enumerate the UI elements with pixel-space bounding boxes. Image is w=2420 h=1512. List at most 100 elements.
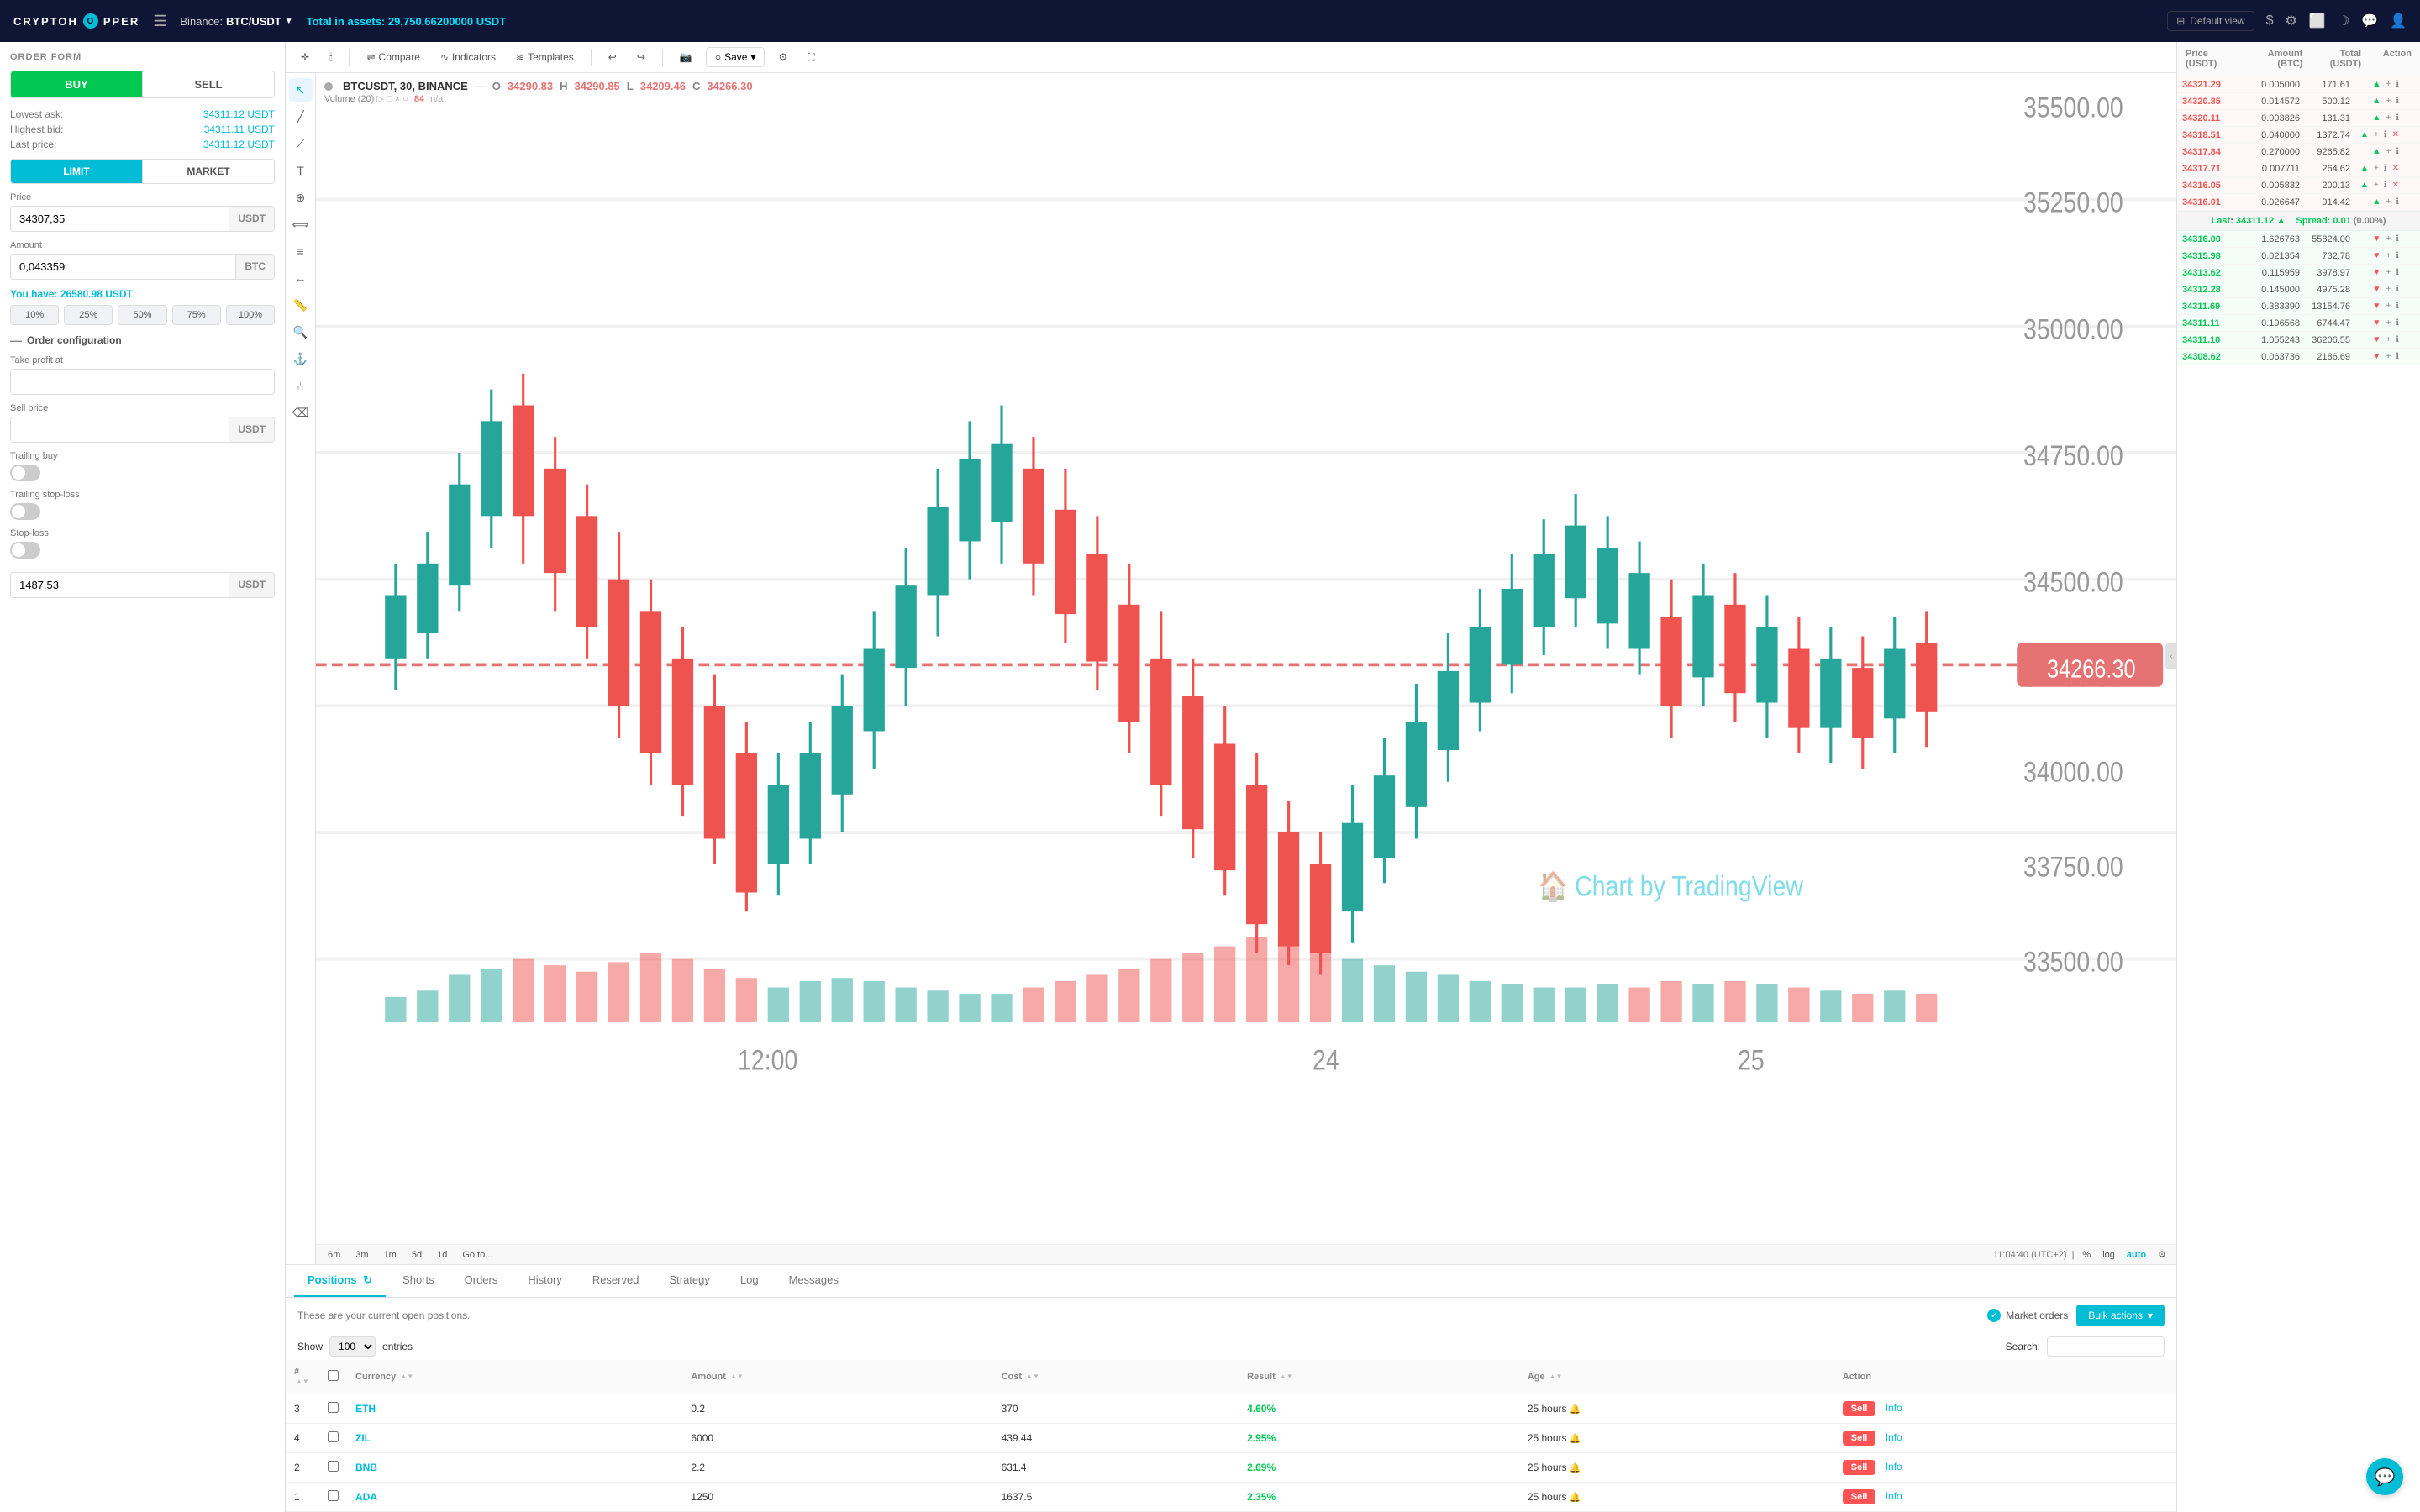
ask-info-button[interactable]: ℹ <box>2382 163 2389 174</box>
bid-down-button[interactable]: ▼ <box>2370 234 2382 244</box>
auto-toggle[interactable]: auto <box>2123 1248 2149 1262</box>
ask-up-button[interactable]: ▲ <box>2370 96 2382 107</box>
ask-plus-button[interactable]: + <box>2372 129 2381 140</box>
row-select-checkbox[interactable] <box>328 1490 339 1501</box>
user-icon[interactable]: 👤 <box>2390 13 2407 29</box>
ask-plus-button[interactable]: + <box>2384 146 2392 157</box>
channel-tool[interactable]: ≡ <box>289 239 313 263</box>
crosshair-tool-button[interactable]: ✛ <box>294 48 316 66</box>
row-select-checkbox[interactable] <box>328 1402 339 1413</box>
bid-info-button[interactable]: ℹ <box>2394 267 2401 278</box>
ask-up-button[interactable]: ▲ <box>2359 180 2370 191</box>
zoom-tool[interactable]: 🔍 <box>289 320 313 344</box>
tab-positions[interactable]: Positions ↻ <box>294 1265 386 1297</box>
text-tool[interactable]: T <box>289 159 313 182</box>
ask-info-button[interactable]: ℹ <box>2382 129 2389 140</box>
templates-button[interactable]: ≋ Templates <box>509 48 581 66</box>
ask-info-button[interactable]: ℹ <box>2394 79 2401 90</box>
indicators-button[interactable]: ∿ Indicators <box>434 48 502 66</box>
collapse-handle[interactable]: ‹ <box>2165 643 2176 669</box>
sell-badge-button[interactable]: Sell <box>1843 1489 1876 1504</box>
trailing-stop-loss-toggle[interactable] <box>10 503 40 520</box>
bid-info-button[interactable]: ℹ <box>2394 351 2401 362</box>
bid-plus-button[interactable]: + <box>2384 267 2392 278</box>
chat-icon[interactable]: 💬 <box>2361 13 2378 29</box>
ask-up-button[interactable]: ▲ <box>2370 197 2382 207</box>
bid-info-button[interactable]: ℹ <box>2394 284 2401 295</box>
1d-button[interactable]: 1d <box>432 1248 452 1262</box>
log-toggle[interactable]: log <box>2099 1248 2118 1262</box>
settings-icon[interactable]: ⚙ <box>2286 13 2297 29</box>
pair-value[interactable]: BTC/USDT <box>226 15 281 28</box>
ask-x-button[interactable]: ✕ <box>2391 163 2401 174</box>
chat-button[interactable]: 💬 <box>2366 1458 2403 1495</box>
sell-badge-button[interactable]: Sell <box>1843 1460 1876 1475</box>
ask-info-button[interactable]: ℹ <box>2394 96 2401 107</box>
currency-link[interactable]: ZIL <box>355 1432 371 1444</box>
currency-link[interactable]: BNB <box>355 1462 377 1473</box>
take-profit-input[interactable] <box>11 370 274 394</box>
pct-75-button[interactable]: 75% <box>172 305 221 325</box>
ask-info-button[interactable]: ℹ <box>2382 180 2389 191</box>
ask-plus-button[interactable]: + <box>2372 163 2381 174</box>
ask-plus-button[interactable]: + <box>2384 197 2392 207</box>
ask-info-button[interactable]: ℹ <box>2394 146 2401 157</box>
bid-info-button[interactable]: ℹ <box>2394 334 2401 345</box>
bid-info-button[interactable]: ℹ <box>2394 318 2401 328</box>
candle-type-button[interactable]: 🕯 <box>323 48 339 67</box>
chart-settings-bottom[interactable]: ⚙ <box>2154 1247 2170 1262</box>
ray-tool[interactable]: ⟋ <box>289 132 313 155</box>
ask-up-button[interactable]: ▲ <box>2370 113 2382 123</box>
bid-down-button[interactable]: ▼ <box>2370 284 2382 295</box>
undo-button[interactable]: ↩ <box>602 48 623 66</box>
save-button[interactable]: ○ Save ▾ <box>706 47 765 67</box>
magnet-tool[interactable]: ⊕ <box>289 186 313 209</box>
bid-plus-button[interactable]: + <box>2384 351 2392 362</box>
hamburger-menu[interactable]: ☰ <box>153 13 166 30</box>
back-arrow-tool[interactable]: ← <box>289 266 313 290</box>
tab-history[interactable]: History <box>514 1265 575 1297</box>
sort-icon-age[interactable]: ▲▼ <box>1549 1373 1563 1380</box>
trend-line-tool[interactable]: ╱ <box>289 105 313 129</box>
tab-log[interactable]: Log <box>727 1265 772 1297</box>
pair-selector[interactable]: Binance: BTC/USDT ▼ <box>180 15 292 28</box>
screen-icon[interactable]: ⬜ <box>2309 13 2326 29</box>
search-input[interactable] <box>2047 1336 2165 1357</box>
order-config-toggle[interactable]: — Order configuration <box>10 333 275 347</box>
tab-shorts[interactable]: Shorts <box>389 1265 448 1297</box>
tab-strategy[interactable]: Strategy <box>655 1265 723 1297</box>
sort-icon-cost[interactable]: ▲▼ <box>1026 1373 1039 1380</box>
ask-x-button[interactable]: ✕ <box>2391 180 2401 191</box>
sell-button[interactable]: SELL <box>142 71 274 97</box>
camera-button[interactable]: 📷 <box>673 48 699 66</box>
stop-loss-toggle[interactable] <box>10 542 40 559</box>
info-link[interactable]: Info <box>1886 1490 1902 1502</box>
info-link[interactable]: Info <box>1886 1431 1902 1443</box>
settings-button[interactable]: ⚙ <box>771 48 794 66</box>
bid-info-button[interactable]: ℹ <box>2394 234 2401 244</box>
measure-tool[interactable]: ⟺ <box>289 213 313 236</box>
pct-100-button[interactable]: 100% <box>226 305 275 325</box>
bottom-value-input[interactable] <box>11 573 229 597</box>
tab-messages[interactable]: Messages <box>776 1265 852 1297</box>
redo-button[interactable]: ↪ <box>630 48 652 66</box>
pct-10-button[interactable]: 10% <box>10 305 59 325</box>
amount-input[interactable] <box>11 255 235 279</box>
bid-down-button[interactable]: ▼ <box>2370 267 2382 278</box>
sort-icon-result[interactable]: ▲▼ <box>1280 1373 1293 1380</box>
fork-tool[interactable]: ⑃ <box>289 374 313 397</box>
ask-plus-button[interactable]: + <box>2384 79 2392 90</box>
positions-refresh-icon[interactable]: ↻ <box>363 1273 372 1286</box>
sort-icon-amount[interactable]: ▲▼ <box>730 1373 744 1380</box>
bid-down-button[interactable]: ▼ <box>2370 318 2382 328</box>
bid-plus-button[interactable]: + <box>2384 234 2392 244</box>
anchor-tool[interactable]: ⚓ <box>289 347 313 370</box>
sell-badge-button[interactable]: Sell <box>1843 1401 1876 1416</box>
bid-plus-button[interactable]: + <box>2384 301 2392 312</box>
goto-button[interactable]: Go to... <box>457 1248 497 1262</box>
pair-dropdown-icon[interactable]: ▼ <box>285 17 293 26</box>
pct-50-button[interactable]: 50% <box>118 305 166 325</box>
6m-button[interactable]: 6m <box>323 1248 345 1262</box>
bid-info-button[interactable]: ℹ <box>2394 250 2401 261</box>
ask-info-button[interactable]: ℹ <box>2394 113 2401 123</box>
